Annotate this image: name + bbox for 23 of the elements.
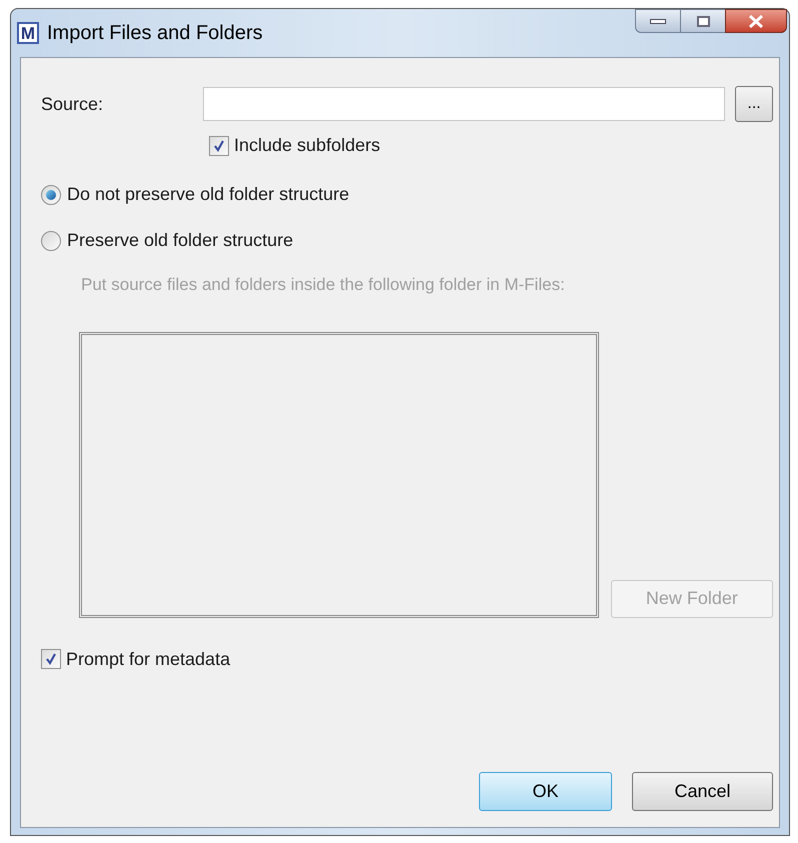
new-folder-button: New Folder [610,580,773,618]
radio-label: Do not preserve old folder structure [67,183,350,206]
checkmark-icon [213,140,225,152]
checkbox-label: Include subfolders [234,134,380,157]
radio-label: Preserve old folder structure [67,229,294,252]
source-field[interactable] [203,87,726,121]
source-label: Source: [41,92,104,116]
checkbox[interactable] [209,136,229,156]
checkbox[interactable] [41,649,61,669]
window-title: Import Files and Folders [47,21,263,46]
target-hint: Put source files and folders inside the following folder in M-Files: [81,274,566,296]
radio-button[interactable] [41,184,61,204]
cancel-button[interactable]: Cancel [632,772,773,811]
close-icon [748,14,764,28]
maximize-button[interactable] [681,9,725,33]
app-icon: M [17,22,39,44]
radio-button[interactable] [41,230,61,250]
minimize-button[interactable] [635,9,681,33]
close-button[interactable] [725,9,787,33]
checkbox-label: Prompt for metadata [66,648,230,671]
browse-button[interactable]: ... [735,86,773,122]
checkmark-icon [45,653,57,665]
ok-button[interactable]: OK [479,772,612,811]
